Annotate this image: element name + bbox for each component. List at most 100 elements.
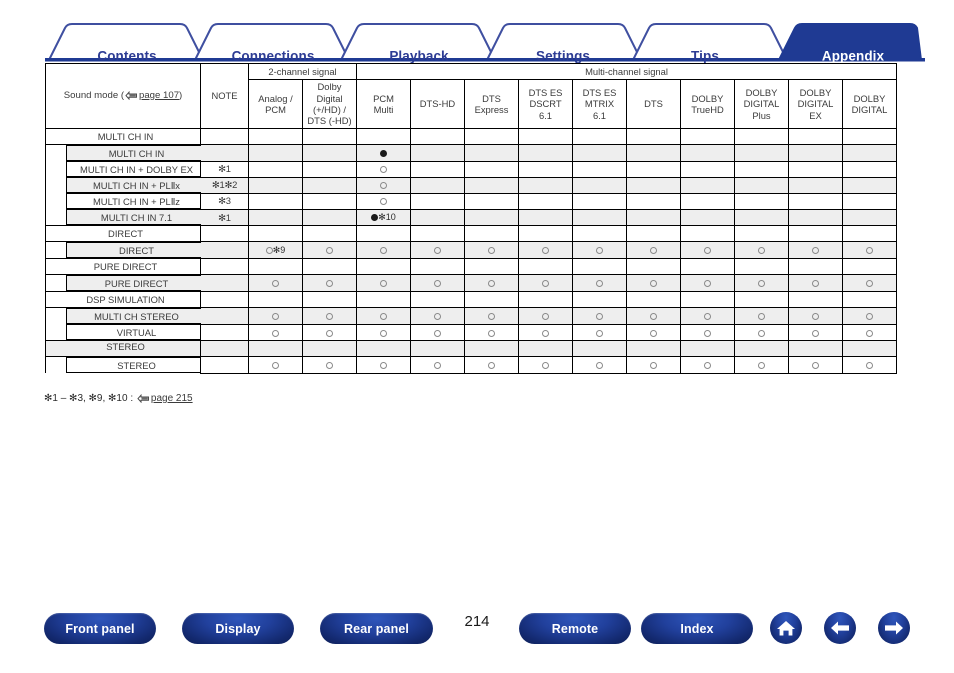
matrix-cell: [572, 144, 627, 162]
matrix-cell: [572, 274, 627, 292]
table-row: STEREO: [45, 356, 897, 374]
open-circle-icon: [434, 247, 441, 255]
matrix-cell: [410, 340, 465, 357]
manual-page: Contents Connections Playback Settings T…: [0, 0, 954, 673]
open-circle-icon: [650, 280, 657, 288]
matrix-head: Sound mode (page 107) NOTE 2-channel sig…: [45, 63, 897, 129]
open-circle-icon: [488, 313, 495, 321]
tab-settings[interactable]: Settings: [536, 49, 590, 64]
matrix-cell: [356, 258, 411, 275]
matrix-cell: [626, 274, 681, 292]
open-circle-icon: [326, 247, 333, 255]
matrix-cell: [518, 274, 573, 292]
matrix-cell: [572, 356, 627, 374]
matrix-cell: [680, 323, 735, 341]
matrix-cell: ✻10: [356, 208, 411, 226]
note-cell: [200, 144, 249, 162]
tab-contents[interactable]: Contents: [97, 49, 156, 64]
matrix-cell: [680, 192, 735, 210]
matrix-cell: [626, 225, 681, 242]
matrix-cell: [734, 208, 789, 226]
page-215-link[interactable]: page 215: [151, 393, 193, 404]
note-cell: ✻1: [200, 208, 249, 226]
note-cell: [200, 291, 249, 308]
matrix-cell: [248, 160, 303, 178]
matrix-cell: [572, 208, 627, 226]
sound-mode-text: Sound mode (: [63, 89, 125, 101]
sound-mode-cell: DSP SIMULATION: [45, 291, 201, 308]
left-arrow-glyph: [831, 621, 849, 635]
matrix-cell: [248, 258, 303, 275]
matrix-cell: [518, 128, 573, 145]
matrix-cell: [518, 258, 573, 275]
tab-playback[interactable]: Playback: [389, 49, 448, 64]
open-circle-icon: [434, 329, 441, 337]
matrix-cell: [356, 128, 411, 145]
tab-tips[interactable]: Tips: [691, 49, 719, 64]
home-icon[interactable]: [770, 612, 802, 644]
top-tab-bar[interactable]: Contents Connections Playback Settings T…: [45, 22, 925, 64]
matrix-cell: [788, 160, 843, 178]
open-circle-icon: [758, 362, 765, 370]
matrix-cell: [518, 144, 573, 162]
tab-appendix[interactable]: Appendix: [822, 49, 884, 64]
matrix-cell: [518, 241, 573, 259]
note-header: NOTE: [200, 63, 249, 129]
matrix-cell: [626, 340, 681, 357]
sound-mode-cell: PURE DIRECT: [45, 274, 201, 292]
matrix-cell: [734, 307, 789, 325]
open-circle-icon: [326, 329, 333, 337]
back-arrow-icon[interactable]: [824, 612, 856, 644]
remote-button[interactable]: Remote: [519, 613, 631, 644]
front-panel-button[interactable]: Front panel: [44, 613, 156, 644]
open-circle-icon: [812, 280, 819, 288]
matrix-cell: [842, 144, 897, 162]
tab-connections[interactable]: Connections: [232, 49, 315, 64]
matrix-cell: [734, 241, 789, 259]
matrix-cell: [626, 208, 681, 226]
matrix-cell: [248, 291, 303, 308]
display-button[interactable]: Display: [182, 613, 294, 644]
footnote: ✻1 – ✻3, ✻9, ✻10 : page 215: [44, 393, 193, 406]
matrix-cell: [410, 241, 465, 259]
matrix-cell: [734, 160, 789, 178]
matrix-cell: [356, 274, 411, 292]
matrix-cell: [788, 225, 843, 242]
group-label: DIRECT: [108, 227, 143, 239]
matrix-cell: [842, 356, 897, 374]
matrix-cell: [302, 274, 357, 292]
open-circle-icon: [380, 247, 387, 255]
rear-panel-button[interactable]: Rear panel: [320, 613, 433, 644]
matrix-cell: [788, 128, 843, 145]
matrix-cell: [572, 323, 627, 341]
matrix-cell: [572, 192, 627, 210]
col-header-dts-express: DTS Express: [464, 79, 519, 129]
sound-mode-signal-matrix: Sound mode (page 107) NOTE 2-channel sig…: [45, 63, 897, 374]
index-button[interactable]: Index: [641, 613, 753, 644]
open-circle-icon: [812, 313, 819, 321]
matrix-cell: [410, 258, 465, 275]
note-cell: [200, 128, 249, 145]
matrix-cell: [788, 307, 843, 325]
matrix-cell: [734, 258, 789, 275]
home-glyph: [777, 621, 795, 636]
matrix-cell: [788, 291, 843, 308]
forward-arrow-icon[interactable]: [878, 612, 910, 644]
matrix-body: MULTI CH IN MULTI CH IN MULTI CH IN + DOLB…: [45, 128, 897, 374]
bottom-nav-bar[interactable]: Front panel Display Rear panel 214 Remot…: [0, 605, 954, 651]
matrix-cell: [302, 144, 357, 162]
footnote-text: ✻1 – ✻3, ✻9, ✻10 :: [44, 393, 136, 404]
matrix-cell: [302, 356, 357, 374]
matrix-cell: [410, 192, 465, 210]
open-circle-icon: [380, 313, 387, 321]
sound-mode-cell: DIRECT: [45, 225, 201, 242]
matrix-cell: [302, 323, 357, 341]
page-107-link[interactable]: page 107: [139, 90, 179, 101]
note-cell: [200, 225, 249, 242]
matrix-cell: [356, 176, 411, 194]
open-circle-icon: [434, 280, 441, 288]
matrix-cell: [410, 208, 465, 226]
note-cell: [200, 258, 249, 275]
matrix-cell: [302, 241, 357, 259]
matrix-cell: [626, 241, 681, 259]
